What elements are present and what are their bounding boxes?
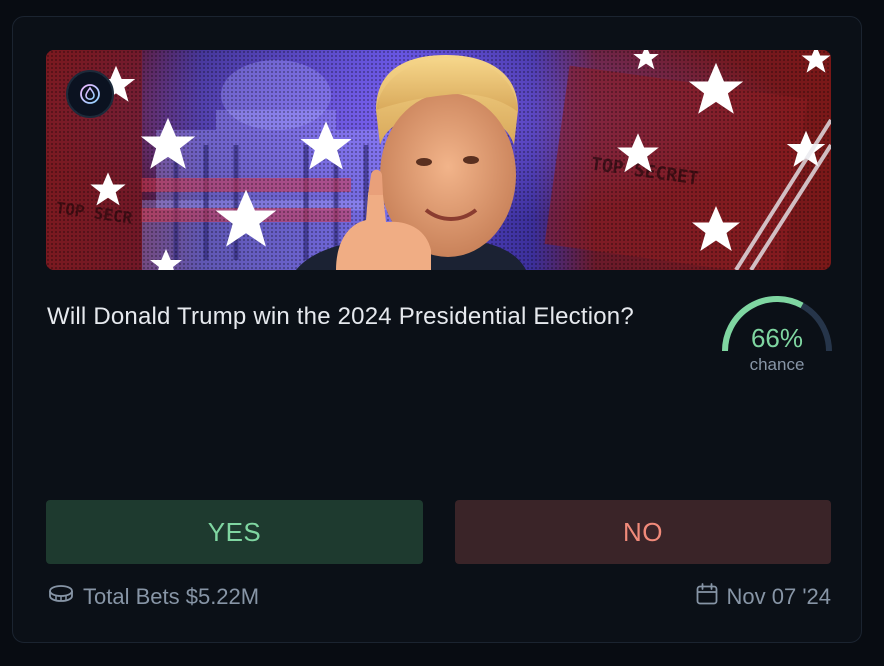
total-bets: Total Bets $5.22M bbox=[47, 582, 259, 612]
chance-gauge: 66% chance bbox=[719, 293, 835, 383]
calendar-icon bbox=[695, 582, 719, 612]
market-card[interactable]: TOP SECRET TOP SECR bbox=[12, 16, 862, 643]
market-question-title: Will Donald Trump win the 2024 President… bbox=[47, 303, 634, 330]
total-bets-text: Total Bets $5.22M bbox=[83, 584, 260, 609]
end-date-text: Nov 07 '24 bbox=[726, 584, 832, 609]
chance-label: chance bbox=[749, 355, 805, 374]
end-date: Nov 07 '24 bbox=[695, 582, 832, 612]
no-button[interactable]: NO bbox=[455, 500, 831, 564]
market-banner-image: TOP SECRET TOP SECR bbox=[46, 50, 831, 270]
market-logo-badge bbox=[66, 70, 114, 118]
coin-stack-icon bbox=[47, 584, 75, 610]
yes-button[interactable]: YES bbox=[46, 500, 423, 564]
chance-percent: 66% bbox=[750, 323, 804, 353]
drop-icon bbox=[79, 83, 101, 105]
